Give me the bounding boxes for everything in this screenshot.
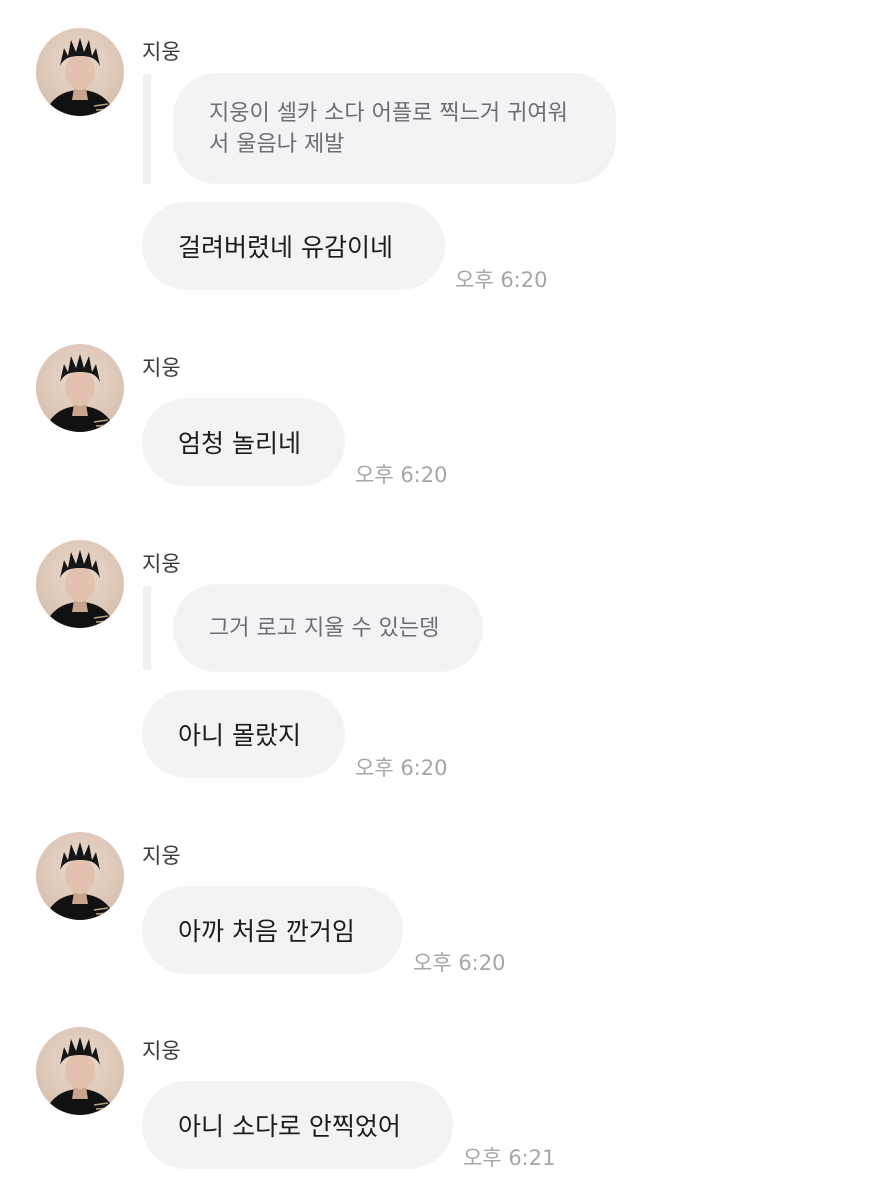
timestamp: 오후 6:20 [413, 951, 506, 975]
quoted-text-line: 서 울음나 제발 [209, 131, 345, 157]
quote-indicator [143, 586, 151, 670]
message-bubble[interactable]: 아니 소다로 안찍었어 [142, 1081, 453, 1169]
timestamp: 오후 6:20 [455, 268, 548, 292]
avatar[interactable] [36, 540, 124, 628]
sender-name: 지웅 [142, 844, 181, 868]
sender-name: 지웅 [142, 552, 181, 576]
avatar[interactable] [36, 344, 124, 432]
avatar[interactable] [36, 1027, 124, 1115]
quoted-message[interactable]: 지웅이 셀카 소다 어플로 찍느거 귀여워 서 울음나 제발 [173, 73, 616, 184]
timestamp: 오후 6:21 [463, 1146, 556, 1170]
message-bubble[interactable]: 아까 처음 깐거임 [142, 886, 403, 974]
avatar[interactable] [36, 832, 124, 920]
message-bubble[interactable]: 엄청 놀리네 [142, 398, 345, 486]
message-bubble[interactable]: 걸려버렸네 유감이네 [142, 202, 445, 290]
avatar[interactable] [36, 28, 124, 116]
quoted-message[interactable]: 그거 로고 지울 수 있는뎅 [173, 584, 483, 672]
sender-name: 지웅 [142, 356, 181, 380]
sender-name: 지웅 [142, 40, 181, 64]
quote-indicator [143, 74, 151, 184]
sender-name: 지웅 [142, 1039, 181, 1063]
quoted-text: 그거 로고 지울 수 있는뎅 [209, 615, 440, 641]
quoted-text-line: 지웅이 셀카 소다 어플로 찍느거 귀여워 [209, 100, 568, 126]
message-bubble[interactable]: 아니 몰랐지 [142, 690, 345, 778]
timestamp: 오후 6:20 [355, 463, 448, 487]
timestamp: 오후 6:20 [355, 756, 448, 780]
